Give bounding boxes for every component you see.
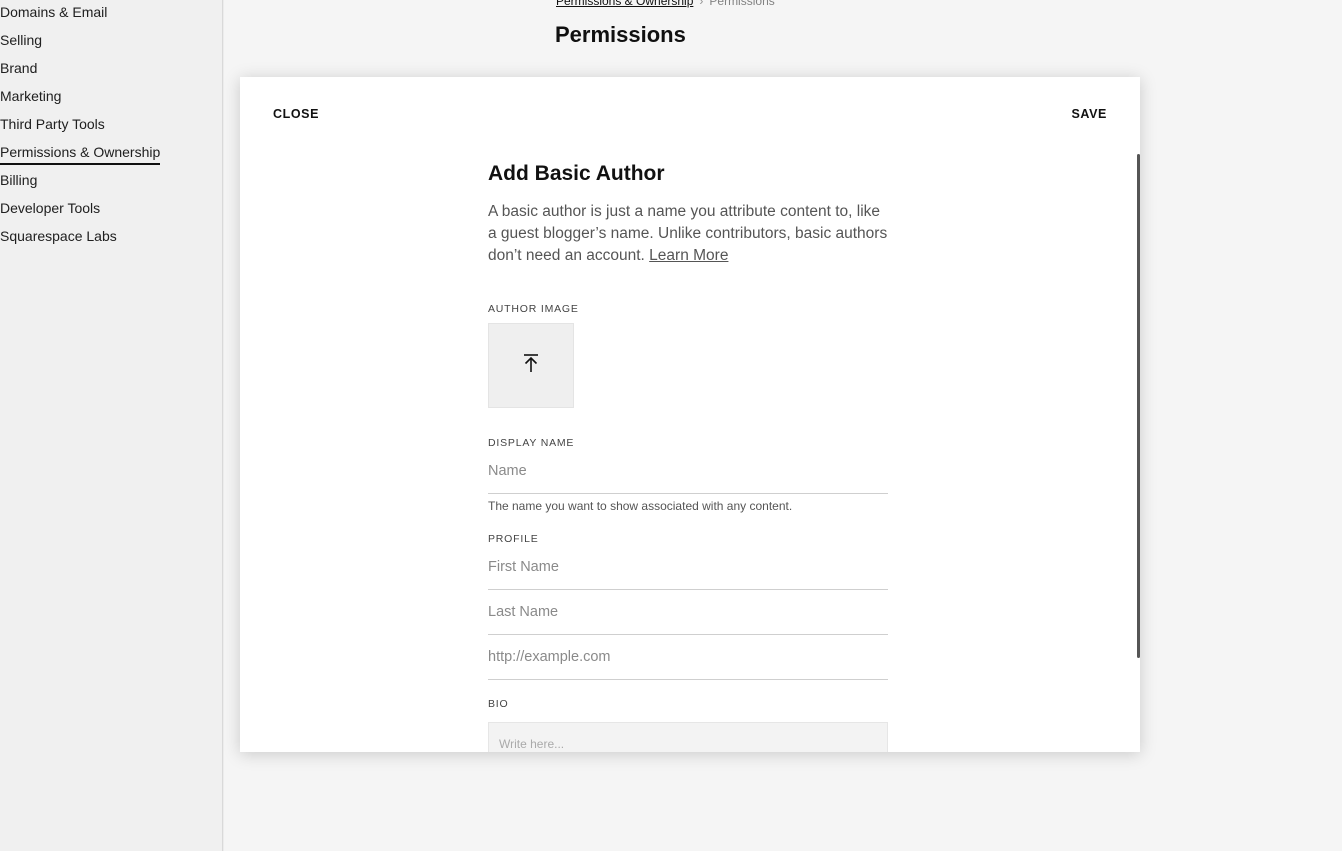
display-name-input[interactable] (488, 449, 888, 494)
last-name-input[interactable] (488, 590, 888, 635)
close-button[interactable]: CLOSE (273, 107, 319, 121)
website-input[interactable] (488, 635, 888, 680)
save-button[interactable]: SAVE (1071, 107, 1107, 121)
learn-more-link[interactable]: Learn More (649, 247, 728, 264)
upload-icon (522, 353, 540, 378)
modal-title: Add Basic Author (488, 162, 665, 185)
author-image-label: AUTHOR IMAGE (488, 303, 579, 315)
modal-content: Add Basic Author A basic author is just … (488, 161, 888, 752)
modal-description: A basic author is just a name you attrib… (488, 201, 888, 267)
author-image-upload[interactable] (488, 323, 574, 408)
modal-scrollbar[interactable] (1137, 154, 1140, 658)
first-name-input[interactable] (488, 545, 888, 590)
bio-label: BIO (488, 698, 509, 710)
display-name-label: DISPLAY NAME (488, 437, 575, 449)
profile-label: PROFILE (488, 533, 539, 545)
display-name-help: The name you want to show associated wit… (488, 499, 793, 513)
add-basic-author-modal: CLOSE SAVE Add Basic Author A basic auth… (240, 77, 1140, 752)
bio-textarea[interactable] (488, 722, 888, 752)
